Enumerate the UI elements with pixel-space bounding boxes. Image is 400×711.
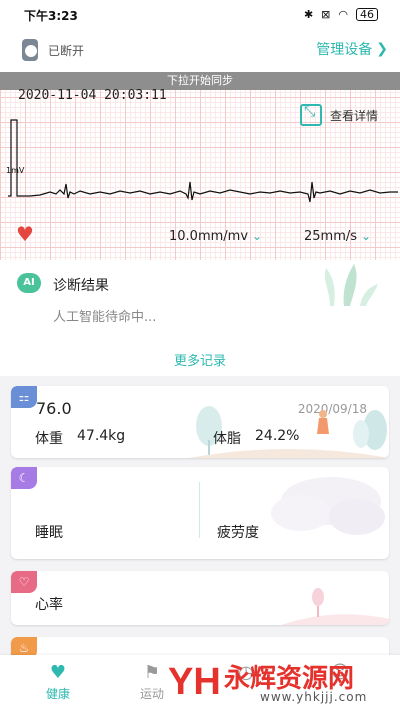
ecg-panel[interactable]: 下拉开始同步 2020-11-04 20:03:11 查看详情 1mV ♥ 10… (0, 72, 400, 260)
sleep-label: 睡眠 (35, 525, 63, 541)
gain-value: 10.0mm/mv (169, 229, 249, 244)
scale-icon: ⚏ (11, 386, 37, 408)
chevron-down-icon: ⌄ (252, 229, 263, 243)
connection-status: 已断开 (48, 44, 85, 58)
body-fat-value: 24.2% (255, 428, 300, 444)
gain-selector[interactable]: 10.0mm/mv ⌄ (169, 229, 262, 244)
cloud-illustration (271, 477, 385, 535)
diagnosis-section: AI 诊断结果 人工智能待命中... 更多记录 (0, 260, 400, 376)
watermark-url: www.yhkjjj.com (260, 690, 368, 704)
watch-icon (22, 39, 38, 61)
heart-icon: ♥ (16, 222, 34, 246)
heart-rate-card[interactable]: ♡ 心率 (11, 571, 389, 625)
tab-health[interactable]: ♥ 健康 (18, 661, 98, 702)
speed-selector[interactable]: 25mm/s ⌄ (304, 229, 371, 244)
manage-device-label: 管理设备 (316, 42, 373, 58)
battery-icon: 46 (356, 8, 378, 21)
status-icons: ✱ ⊠ ◠ 46 (304, 8, 378, 21)
calibration-label: 1mV (6, 166, 25, 175)
manage-device-button[interactable]: 管理设备 ❯ (316, 39, 388, 59)
tab-health-label: 健康 (45, 687, 70, 701)
tab-sport-label: 运动 (139, 687, 164, 701)
more-records-link[interactable]: 更多记录 (0, 350, 400, 369)
sim-icon: ⊠ (321, 8, 331, 21)
card-divider (199, 482, 200, 538)
heart-rate-label: 心率 (35, 597, 63, 613)
moon-icon: ☾ (11, 467, 37, 489)
plant-illustration (324, 264, 378, 306)
chevron-down-icon: ⌄ (361, 229, 372, 243)
watermark-logo: YH (168, 661, 221, 703)
watermark: YH 永辉资源网 www.yhkjjj.com (168, 656, 398, 711)
diagnosis-message: 人工智能待命中... (53, 310, 157, 325)
diagnosis-title: 诊断结果 (53, 278, 109, 294)
speed-value: 25mm/s (304, 229, 358, 244)
ecg-waveform (8, 119, 398, 203)
heart-rate-icon: ♡ (11, 571, 37, 593)
ecg-timestamp: 2020-11-04 20:03:11 (18, 88, 167, 103)
status-time: 下午3:23 (24, 9, 78, 23)
bluetooth-icon: ✱ (303, 8, 314, 21)
ai-badge: AI (17, 273, 41, 293)
chevron-right-icon: ❯ (376, 41, 388, 57)
weight-card[interactable]: ⚏ 76.0 2020/09/18 体重 47.4kg 体脂 24.2% (11, 386, 389, 458)
sleep-card[interactable]: ☾ 睡眠 疲劳度 (11, 467, 389, 559)
fatigue-label: 疲劳度 (217, 525, 259, 541)
status-bar: 下午3:23 ✱ ⊠ ◠ 46 (0, 0, 400, 30)
weight-score: 76.0 (36, 399, 72, 418)
wifi-icon: ◠ (338, 8, 348, 21)
body-fat-label: 体脂 (213, 431, 241, 447)
weight-value: 47.4kg (77, 428, 126, 444)
heart-rate-illustration (281, 588, 389, 625)
device-header: 已断开 管理设备 ❯ (0, 30, 400, 72)
heart-pulse-icon: ♥ (49, 662, 67, 683)
weight-label: 体重 (35, 431, 63, 447)
